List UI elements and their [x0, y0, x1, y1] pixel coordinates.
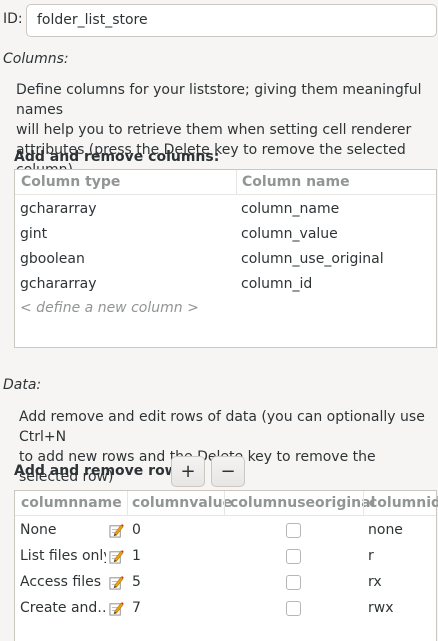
data-tree-header: columnname columnvalue columnuseoriginal… — [15, 491, 438, 516]
columns-description: Define columns for your liststore; givin… — [16, 80, 436, 180]
columns-description-line: will help you to retrieve them when sett… — [16, 122, 412, 138]
pencil-edit-icon[interactable] — [109, 601, 124, 616]
table-row-name[interactable]: Access files — [20, 574, 106, 590]
table-row-name[interactable]: column_id — [241, 276, 312, 292]
add-remove-rows-heading: Add and remove rows: — [14, 463, 192, 479]
table-row-id[interactable]: none — [368, 522, 403, 538]
pencil-edit-icon[interactable] — [109, 575, 124, 590]
id-label: ID: — [3, 11, 23, 27]
data-description-line: Add remove and edit rows of data (you ca… — [19, 409, 425, 445]
table-row-name[interactable]: Create and… — [20, 600, 106, 616]
use-original-checkbox[interactable] — [286, 575, 301, 590]
table-row-type[interactable]: gchararray — [20, 276, 97, 292]
columnname-header[interactable]: columnname — [21, 495, 122, 511]
columns-description-line: Define columns for your liststore; givin… — [16, 82, 422, 118]
pencil-edit-icon[interactable] — [109, 523, 124, 538]
pencil-edit-icon[interactable] — [109, 549, 124, 564]
data-section-title: Data: — [3, 377, 42, 393]
column-type-header[interactable]: Column type — [21, 174, 120, 190]
id-input[interactable]: folder_list_store — [26, 4, 437, 37]
add-row-button[interactable]: + — [171, 456, 205, 487]
table-row-value[interactable]: 7 — [132, 600, 141, 616]
remove-row-button[interactable]: − — [211, 456, 245, 487]
table-row-name[interactable]: List files only — [20, 548, 106, 564]
table-row-name[interactable]: column_value — [241, 226, 338, 242]
table-row-value[interactable]: 1 — [132, 548, 141, 564]
define-new-column-placeholder[interactable]: < define a new column > — [20, 300, 199, 316]
table-row-id[interactable]: rwx — [368, 600, 394, 616]
table-row-type[interactable]: gint — [20, 226, 47, 242]
table-row-type[interactable]: gchararray — [20, 201, 97, 217]
column-name-header[interactable]: Column name — [242, 174, 350, 190]
columnvalue-header[interactable]: columnvalue — [132, 495, 232, 511]
use-original-checkbox[interactable] — [286, 601, 301, 616]
columnid-header[interactable]: columnid — [369, 495, 438, 511]
table-row-name[interactable]: None — [20, 522, 106, 538]
add-remove-columns-heading: Add and remove columns: — [14, 149, 220, 165]
minus-icon: − — [220, 461, 236, 482]
columns-section-title: Columns: — [3, 51, 69, 67]
columns-tree[interactable]: Column type Column name gchararray colum… — [14, 169, 437, 348]
plus-icon: + — [180, 461, 196, 482]
table-row-type[interactable]: gboolean — [20, 251, 85, 267]
columns-tree-header: Column type Column name — [15, 170, 436, 195]
columnuseoriginal-header[interactable]: columnuseoriginal — [230, 495, 375, 511]
table-row-id[interactable]: rx — [368, 574, 382, 590]
data-tree[interactable]: columnname columnvalue columnuseoriginal… — [14, 490, 438, 641]
table-row-name[interactable]: column_use_original — [241, 251, 384, 267]
table-row-value[interactable]: 5 — [132, 574, 141, 590]
use-original-checkbox[interactable] — [286, 523, 301, 538]
table-row-name[interactable]: column_name — [241, 201, 339, 217]
table-row-id[interactable]: r — [368, 548, 374, 564]
table-row-value[interactable]: 0 — [132, 522, 141, 538]
use-original-checkbox[interactable] — [286, 549, 301, 564]
